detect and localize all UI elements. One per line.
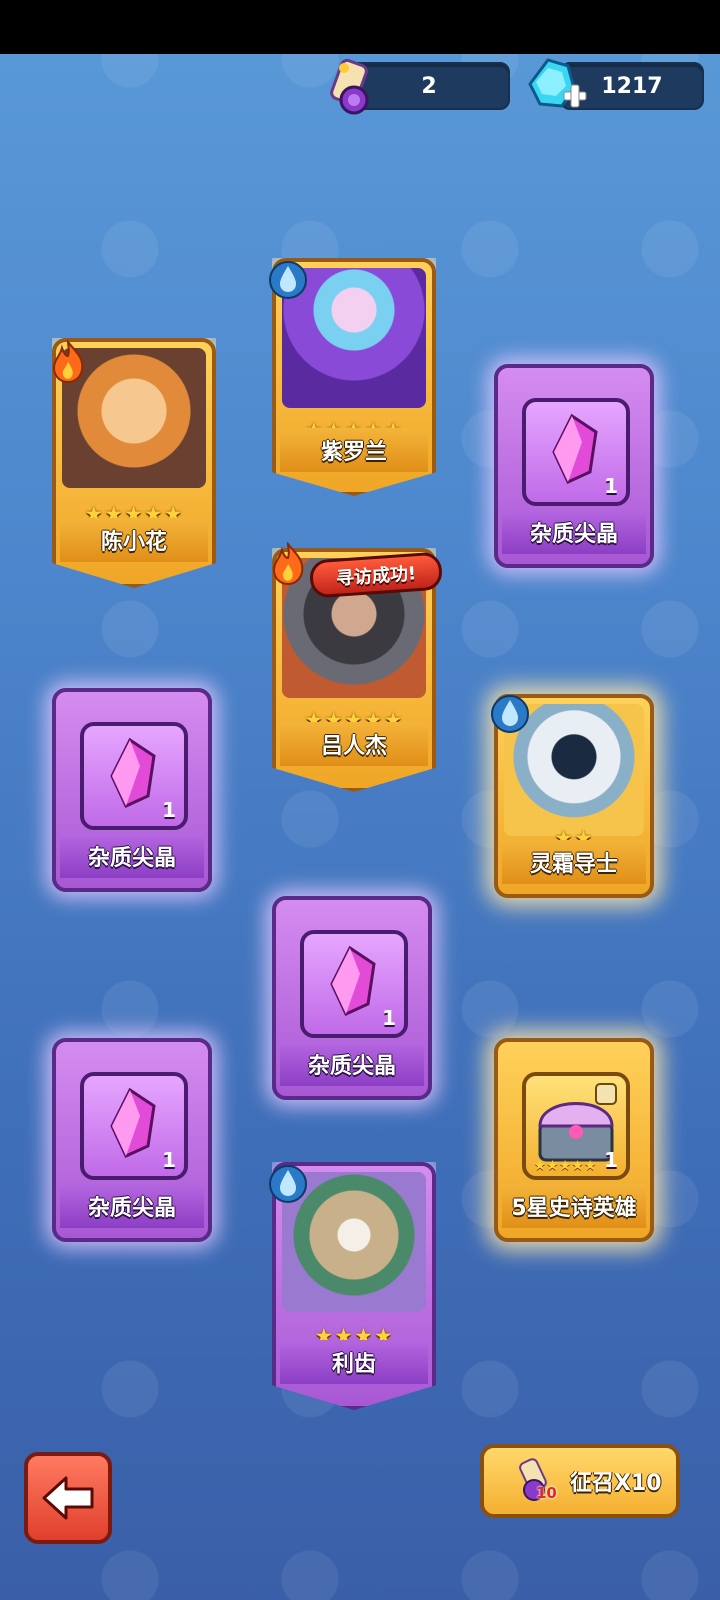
item-box: 1 [80, 1072, 188, 1180]
back-button[interactable] [24, 1452, 112, 1544]
item-name: 杂质尖晶 [60, 834, 204, 878]
summon-x10-button[interactable]: 10 征召X10 [480, 1444, 680, 1518]
water-icon [269, 1165, 307, 1203]
item-name: 5星史诗英雄 [502, 1184, 646, 1228]
hero-name: 陈小花 [60, 518, 208, 562]
item-quantity: 1 [382, 1006, 396, 1030]
chest-card-epic-hero[interactable]: ★★★★★ 1 5星史诗英雄 [494, 1038, 654, 1242]
hero-name: 紫罗兰 [280, 428, 428, 472]
item-quantity: 1 [604, 1148, 618, 1172]
item-name: 杂质尖晶 [502, 510, 646, 554]
item-box: ★★★★★ 1 [522, 1072, 630, 1180]
add-gems-icon[interactable] [526, 56, 590, 118]
item-box: 1 [300, 930, 408, 1038]
item-card-spinel[interactable]: 1 杂质尖晶 [52, 688, 212, 892]
summon-count-badge: 10 [536, 1484, 557, 1502]
summon-label: 征召X10 [570, 1471, 662, 1496]
hero-name: 吕人杰 [280, 722, 428, 766]
item-name: 杂质尖晶 [60, 1184, 204, 1228]
arrow-left-icon [42, 1476, 94, 1520]
item-box: 1 [522, 398, 630, 506]
fire-icon [272, 542, 304, 586]
hero-name: 灵霜导士 [502, 840, 646, 884]
item-card-spinel[interactable]: 1 杂质尖晶 [272, 896, 432, 1100]
item-card-spinel[interactable]: 1 杂质尖晶 [494, 364, 654, 568]
scroll-count: 2 [421, 73, 437, 99]
summon-scroll-icon [330, 58, 369, 115]
hero-name: 利齿 [280, 1340, 428, 1384]
item-name: 杂质尖晶 [280, 1042, 424, 1086]
item-box: 1 [80, 722, 188, 830]
fire-icon [52, 340, 84, 384]
item-quantity: 1 [604, 474, 618, 498]
gem-count: 1217 [601, 73, 663, 99]
item-card-spinel[interactable]: 1 杂质尖晶 [52, 1038, 212, 1242]
success-banner-text: 寻访成功! [335, 563, 417, 590]
water-icon [269, 261, 307, 299]
water-icon [491, 695, 529, 733]
item-quantity: 1 [162, 1148, 176, 1172]
star-rating: ★★★★★ [533, 1158, 597, 1174]
status-bar [0, 0, 720, 54]
item-quantity: 1 [162, 798, 176, 822]
